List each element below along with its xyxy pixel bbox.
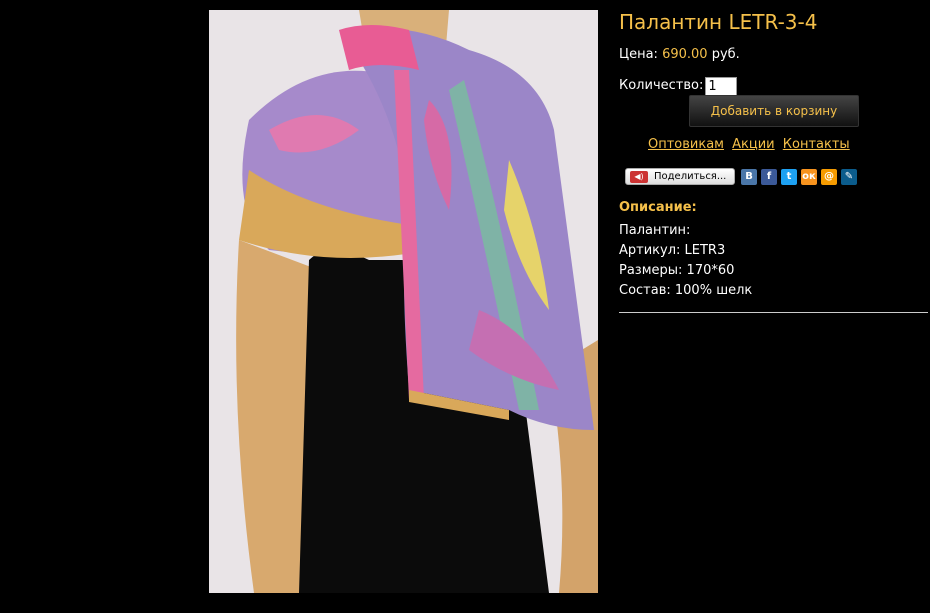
product-title: Палантин LETR-3-4 [619,10,818,34]
description-line: Палантин: [619,223,691,238]
promotions-link[interactable]: Акции [732,137,775,152]
description-body: Палантин: Артикул: LETR3 Размеры: 170*60… [619,221,752,301]
contacts-link[interactable]: Контакты [783,137,850,152]
share-button[interactable]: ◀) Поделиться... [625,168,735,185]
quantity-row: Количество: [619,76,930,96]
product-info: Палантин LETR-3-4 Цена: 690.00 руб. Коли… [619,8,930,313]
wholesale-link[interactable]: Оптовикам [648,137,724,152]
description-heading: Описание: [619,200,697,215]
facebook-icon[interactable]: f [761,168,777,185]
price-value: 690.00 [662,47,708,62]
vkontakte-icon[interactable]: В [741,168,757,185]
price-currency: руб. [711,47,740,62]
share-button-label: Поделиться... [654,171,727,182]
odnoklassniki-icon[interactable]: ок [801,168,817,185]
divider [619,312,928,313]
product-image[interactable] [209,10,598,593]
share-speaker-icon: ◀) [630,170,648,183]
description-line: Артикул: LETR3 [619,243,726,258]
price-label: Цена: [619,47,658,62]
livejournal-icon[interactable]: ✎ [841,168,857,185]
nav-links: Оптовикам Акции Контакты [648,137,854,152]
description-line: Состав: 100% шелк [619,283,753,298]
mailru-icon[interactable]: @ [821,168,837,185]
quantity-label: Количество: [619,78,704,93]
twitter-icon[interactable]: t [781,168,797,185]
description-line: Размеры: 170*60 [619,263,735,278]
quantity-input[interactable] [705,76,738,96]
share-bar: ◀) Поделиться... В f t ок @ ✎ [625,168,861,185]
price-row: Цена: 690.00 руб. [619,46,930,64]
add-to-cart-button[interactable]: Добавить в корзину [689,95,859,127]
